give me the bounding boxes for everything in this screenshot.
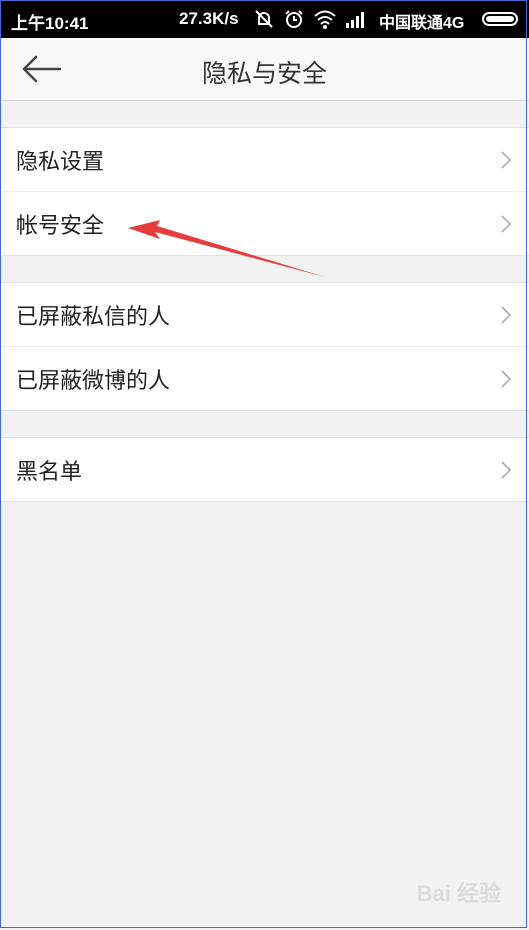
chevron-right-icon [501,151,512,169]
watermark: Bai 经验 [416,881,501,906]
status-bar: 上午10:41 27.3K/s 中国联通4G [0,0,529,38]
row-label: 已屏蔽微博的人 [16,368,171,394]
chevron-right-icon [501,461,512,479]
carrier-label: 中国联通4G [379,15,465,32]
chevron-right-icon [501,215,512,233]
row-label: 帐号安全 [16,213,105,239]
blocked-messages-row[interactable]: 已屏蔽私信的人 [0,283,529,346]
account-security-row[interactable]: 帐号安全 [0,191,529,255]
chevron-right-icon [501,306,512,324]
row-label: 黑名单 [16,459,83,485]
settings-group-1: 隐私设置 帐号安全 [0,127,529,256]
network-speed: 27.3K/s [179,9,239,28]
status-icons [253,8,367,30]
settings-group-2: 已屏蔽私信的人 已屏蔽微博的人 [0,282,529,411]
header: 隐私与安全 [0,38,529,101]
battery-icon [482,12,518,26]
row-label: 隐私设置 [16,149,105,175]
signal-icon [346,12,364,28]
chevron-right-icon [501,370,512,388]
wifi-icon [314,10,336,29]
page-title: 隐私与安全 [201,59,327,88]
status-time: 上午10:41 [11,14,89,33]
settings-group-3: 黑名单 [0,437,529,502]
privacy-settings-row[interactable]: 隐私设置 [0,128,529,191]
blacklist-row[interactable]: 黑名单 [0,438,529,501]
alarm-icon [285,10,303,28]
mute-bell-icon [255,10,273,28]
row-label: 已屏蔽私信的人 [16,304,171,330]
blocked-weibo-row[interactable]: 已屏蔽微博的人 [0,346,529,410]
